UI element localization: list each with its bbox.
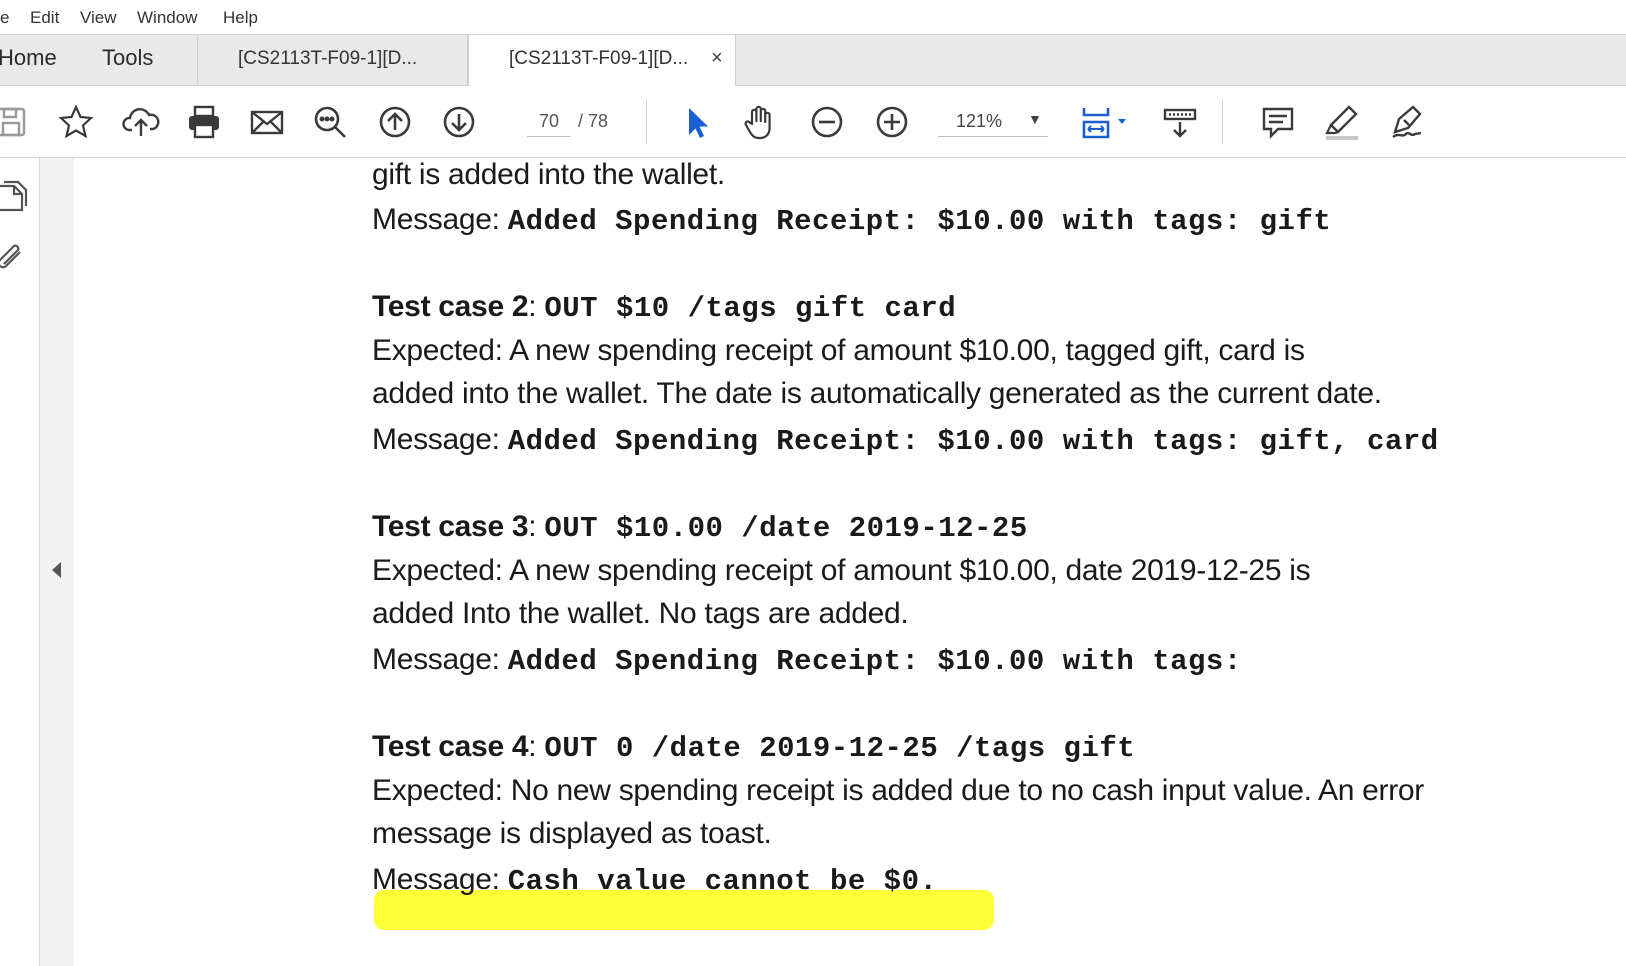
menu-help[interactable]: Help	[223, 8, 258, 28]
zoom-in-icon[interactable]	[870, 100, 914, 144]
page-down-icon[interactable]	[437, 100, 481, 144]
close-icon[interactable]: ×	[711, 47, 723, 70]
menu-file[interactable]: e	[0, 8, 9, 28]
case4-title-line: Test case 4: OUT 0 /date 2019-12-25 /tag…	[372, 730, 1135, 765]
hand-icon[interactable]	[738, 100, 782, 144]
test-case-colon: :	[528, 510, 537, 543]
tab-document-1-label: [CS2113T-F09-1][D...	[238, 48, 418, 69]
case3-message-line: Message: Added Spending Receipt: $10.00 …	[372, 643, 1242, 678]
toolbar-divider	[1222, 100, 1223, 144]
case2-message-line: Message: Added Spending Receipt: $10.00 …	[372, 423, 1439, 458]
test-case-title: Test case 2	[372, 290, 529, 323]
doc-line: gift is added into the wallet.	[372, 158, 725, 191]
message-label: Message:	[372, 863, 500, 896]
message-label: Message:	[372, 643, 500, 676]
test-case-colon: :	[528, 290, 537, 323]
chevron-down-icon: ▼	[1028, 111, 1042, 127]
test-case-title: Test case 4	[372, 730, 529, 763]
message-text: Cash value cannot be $0.	[507, 865, 938, 898]
highlight-icon[interactable]	[1320, 100, 1364, 144]
doc-line: Expected: No new spending receipt is add…	[372, 774, 1424, 807]
test-case-colon: :	[528, 730, 537, 763]
star-icon[interactable]	[54, 100, 98, 144]
scroll-mode-icon[interactable]	[1158, 100, 1202, 144]
menu-view[interactable]: View	[80, 8, 117, 28]
doc-line: message is displayed as toast.	[372, 817, 772, 850]
select-cursor-icon[interactable]	[674, 100, 718, 144]
zoom-value: 121%	[956, 111, 1003, 131]
attachment-icon[interactable]	[0, 240, 30, 280]
document-page: gift is added into the wallet. Message: …	[74, 158, 1626, 966]
page-up-icon[interactable]	[373, 100, 417, 144]
mail-icon[interactable]	[245, 100, 289, 144]
panel-gutter	[40, 158, 74, 966]
zoom-out-icon[interactable]	[805, 100, 849, 144]
test-case-title: Test case 3	[372, 510, 529, 543]
zoom-select[interactable]: 121% ▼	[938, 106, 1048, 137]
comment-icon[interactable]	[1256, 100, 1300, 144]
tab-bar: Home Tools [CS2113T-F09-1][D... [CS2113T…	[0, 34, 1626, 87]
doc-line: added Into the wallet. No tags are added…	[372, 597, 909, 630]
toolbar: 70 / 78 121% ▼	[0, 86, 1626, 158]
doc-line: added into the wallet. The date is autom…	[372, 377, 1382, 410]
case1-message-line: Message: Added Spending Receipt: $10.00 …	[372, 203, 1331, 238]
test-case-command: OUT $10 /tags gift card	[544, 292, 957, 325]
tab-tools[interactable]: Tools	[102, 45, 153, 71]
tab-document-2-label: [CS2113T-F09-1][D...	[509, 48, 689, 69]
case2-title-line: Test case 2: OUT $10 /tags gift card	[372, 290, 956, 325]
toolbar-divider	[646, 100, 647, 144]
menu-bar: e Edit View Window Help	[0, 0, 1626, 34]
doc-line: Expected: A new spending receipt of amou…	[372, 334, 1305, 367]
tab-document-1[interactable]: [CS2113T-F09-1][D...	[198, 35, 468, 86]
case3-title-line: Test case 3: OUT $10.00 /date 2019-12-25	[372, 510, 1028, 545]
doc-line: Expected: A new spending receipt of amou…	[372, 554, 1311, 587]
chevron-left-icon[interactable]	[52, 562, 61, 578]
fit-page-icon[interactable]	[1078, 100, 1138, 144]
left-navigation-rail	[0, 158, 40, 966]
page-total: / 78	[578, 111, 609, 131]
message-text: Added Spending Receipt: $10.00 with tags…	[507, 645, 1242, 678]
sign-icon[interactable]	[1385, 100, 1429, 144]
test-case-command: OUT $10.00 /date 2019-12-25	[544, 512, 1028, 545]
tab-home[interactable]: Home	[0, 45, 57, 71]
upload-cloud-icon[interactable]	[119, 100, 163, 144]
case4-message-line: Message: Cash value cannot be $0.	[372, 863, 937, 898]
page-number-input[interactable]: 70	[527, 106, 571, 137]
message-text: Added Spending Receipt: $10.00 with tags…	[507, 425, 1439, 458]
page-thumbnails-icon[interactable]	[0, 176, 30, 216]
menu-edit[interactable]: Edit	[30, 8, 59, 28]
test-case-command: OUT 0 /date 2019-12-25 /tags gift	[544, 732, 1136, 765]
search-zoom-icon[interactable]	[308, 100, 352, 144]
message-label: Message:	[372, 423, 500, 456]
message-label: Message:	[372, 203, 500, 236]
menu-window[interactable]: Window	[137, 8, 197, 28]
message-text: Added Spending Receipt: $10.00 with tags…	[507, 205, 1332, 238]
print-icon[interactable]	[182, 100, 226, 144]
save-icon[interactable]	[0, 100, 34, 144]
tab-document-2[interactable]: [CS2113T-F09-1][D... ×	[468, 35, 736, 87]
